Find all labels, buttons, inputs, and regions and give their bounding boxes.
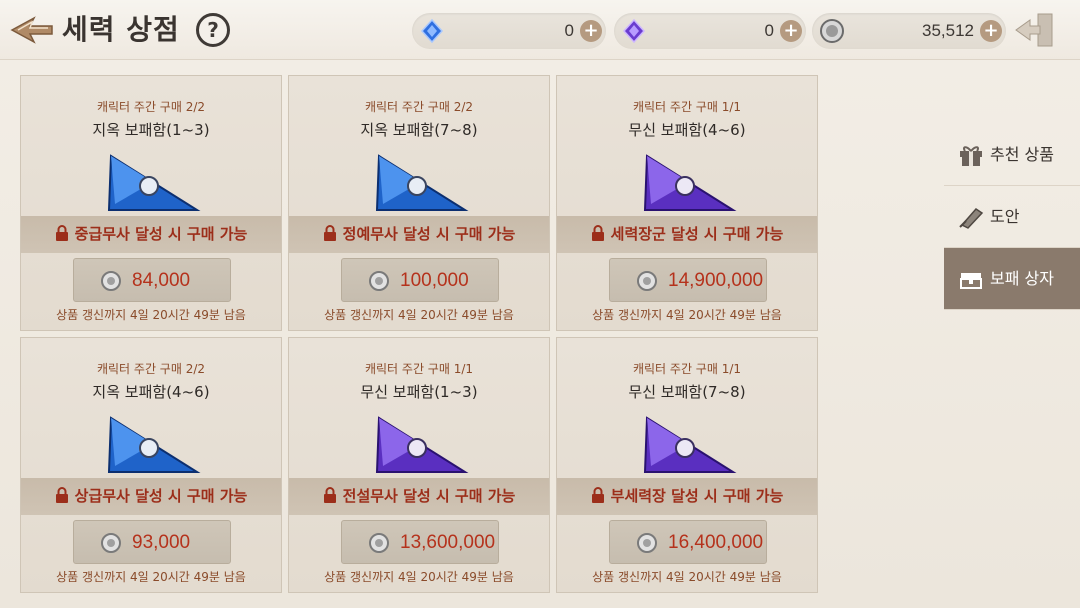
buy-button[interactable]: 16,400,000 (609, 520, 767, 564)
refresh-timer: 상품 갱신까지 4일 20시간 49분 남음 (56, 570, 246, 584)
help-button[interactable]: ? (196, 13, 230, 47)
unlock-requirement: 정예무사 달성 시 구매 가능 (289, 216, 549, 253)
exit-door-icon (1015, 13, 1053, 47)
purchase-limit: 캐릭터 주간 구매 2/2 (96, 100, 206, 114)
blue-crystal-icon (420, 18, 444, 44)
treasure-chest-icon (643, 154, 737, 211)
item-name: 지옥 보패함(1~3) (92, 121, 210, 139)
shop-item-card[interactable]: 캐릭터 주간 구매 1/1 무신 보패함(7~8) 부세력장 달성 시 구매 가… (556, 337, 818, 593)
silver-coin-icon (820, 19, 844, 43)
lock-icon (323, 225, 336, 241)
unlock-requirement: 상급무사 달성 시 구매 가능 (21, 478, 281, 515)
treasure-chest-icon (375, 416, 469, 473)
lock-icon (55, 487, 68, 503)
refresh-timer: 상품 갱신까지 4일 20시간 49분 남음 (324, 308, 514, 322)
item-name: 지옥 보패함(7~8) (360, 121, 478, 139)
tab-treasure-chest[interactable]: 보패 상자 (944, 248, 1080, 310)
category-sidebar: 추천 상품 도안 보패 상자 (944, 62, 1080, 608)
unlock-requirement-text: 전설무사 달성 시 구매 가능 (342, 487, 516, 505)
unlock-requirement-text: 세력장군 달성 시 구매 가능 (610, 225, 784, 243)
add-currency-button[interactable]: + (580, 20, 602, 42)
refresh-timer: 상품 갱신까지 4일 20시간 49분 남음 (592, 308, 782, 322)
shop-item-card[interactable]: 캐릭터 주간 구매 2/2 지옥 보패함(4~6) 상급무사 달성 시 구매 가… (20, 337, 282, 593)
price-value: 93,000 (132, 532, 191, 553)
unlock-requirement: 전설무사 달성 시 구매 가능 (289, 478, 549, 515)
treasure-chest-icon (643, 416, 737, 473)
treasure-chest-icon (960, 273, 982, 289)
unlock-requirement-text: 정예무사 달성 시 구매 가능 (342, 225, 516, 243)
lock-icon (323, 487, 336, 503)
back-arrow-icon (10, 16, 53, 44)
purchase-limit: 캐릭터 주간 구매 1/1 (632, 100, 742, 114)
refresh-timer: 상품 갱신까지 4일 20시간 49분 남음 (324, 570, 514, 584)
unlock-requirement-text: 중급무사 달성 시 구매 가능 (74, 225, 248, 243)
silver-coin-icon (101, 533, 121, 553)
price-value: 84,000 (132, 270, 191, 291)
price-value: 16,400,000 (668, 532, 764, 553)
add-currency-button[interactable]: + (780, 20, 802, 42)
purple-crystal-icon (622, 18, 646, 44)
item-name: 지옥 보패함(4~6) (92, 383, 210, 401)
silver-coin-icon (369, 533, 389, 553)
currency-purple-crystal: 0 + (614, 13, 806, 49)
back-button[interactable] (8, 12, 54, 48)
top-bar: 세력 상점 ? 0 + 0 + 35,512 + (0, 0, 1080, 60)
purchase-limit: 캐릭터 주간 구매 1/1 (364, 362, 474, 376)
refresh-timer: 상품 갱신까지 4일 20시간 49분 남음 (56, 308, 246, 322)
gift-icon (960, 146, 982, 166)
tab-blueprint[interactable]: 도안 (944, 186, 1080, 248)
currency-value: 35,512 (922, 21, 974, 40)
tab-recommended[interactable]: 추천 상품 (944, 124, 1080, 186)
exit-button[interactable] (1014, 10, 1056, 50)
buy-button[interactable]: 14,900,000 (609, 258, 767, 302)
page-title: 세력 상점 (62, 13, 180, 46)
purchase-limit: 캐릭터 주간 구매 1/1 (632, 362, 742, 376)
shop-item-card[interactable]: 캐릭터 주간 구매 2/2 지옥 보패함(1~3) 중급무사 달성 시 구매 가… (20, 75, 282, 331)
silver-coin-icon (369, 271, 389, 291)
treasure-chest-icon (375, 154, 469, 211)
shop-item-card[interactable]: 캐릭터 주간 구매 1/1 무신 보패함(1~3) 전설무사 달성 시 구매 가… (288, 337, 550, 593)
unlock-requirement: 세력장군 달성 시 구매 가능 (557, 216, 817, 253)
tab-label: 추천 상품 (990, 145, 1054, 164)
unlock-requirement-text: 상급무사 달성 시 구매 가능 (74, 487, 248, 505)
price-value: 13,600,000 (400, 532, 496, 553)
buy-button[interactable]: 93,000 (73, 520, 231, 564)
refresh-timer: 상품 갱신까지 4일 20시간 49분 남음 (592, 570, 782, 584)
lock-icon (591, 487, 604, 503)
shop-item-card[interactable]: 캐릭터 주간 구매 1/1 무신 보패함(4~6) 세력장군 달성 시 구매 가… (556, 75, 818, 331)
add-currency-button[interactable]: + (980, 20, 1002, 42)
price-value: 100,000 (400, 270, 469, 291)
silver-coin-icon (637, 271, 657, 291)
buy-button[interactable]: 100,000 (341, 258, 499, 302)
currency-blue-crystal: 0 + (412, 13, 606, 49)
blueprint-icon (959, 208, 984, 229)
item-name: 무신 보패함(4~6) (628, 121, 746, 139)
purchase-limit: 캐릭터 주간 구매 2/2 (364, 100, 474, 114)
tab-label: 도안 (990, 207, 1020, 226)
currency-value: 0 (764, 21, 774, 40)
buy-button[interactable]: 84,000 (73, 258, 231, 302)
unlock-requirement: 부세력장 달성 시 구매 가능 (557, 478, 817, 515)
tab-label: 보패 상자 (990, 269, 1054, 288)
treasure-chest-icon (107, 416, 201, 473)
treasure-chest-icon (107, 154, 201, 211)
unlock-requirement-text: 부세력장 달성 시 구매 가능 (610, 487, 784, 505)
lock-icon (591, 225, 604, 241)
price-value: 14,900,000 (668, 270, 764, 291)
buy-button[interactable]: 13,600,000 (341, 520, 499, 564)
item-name: 무신 보패함(1~3) (360, 383, 478, 401)
shop-item-card[interactable]: 캐릭터 주간 구매 2/2 지옥 보패함(7~8) 정예무사 달성 시 구매 가… (288, 75, 550, 331)
unlock-requirement: 중급무사 달성 시 구매 가능 (21, 216, 281, 253)
silver-coin-icon (637, 533, 657, 553)
lock-icon (55, 225, 68, 241)
item-name: 무신 보패함(7~8) (628, 383, 746, 401)
purchase-limit: 캐릭터 주간 구매 2/2 (96, 362, 206, 376)
currency-value: 0 (564, 21, 574, 40)
currency-silver-coin: 35,512 + (812, 13, 1006, 49)
silver-coin-icon (101, 271, 121, 291)
